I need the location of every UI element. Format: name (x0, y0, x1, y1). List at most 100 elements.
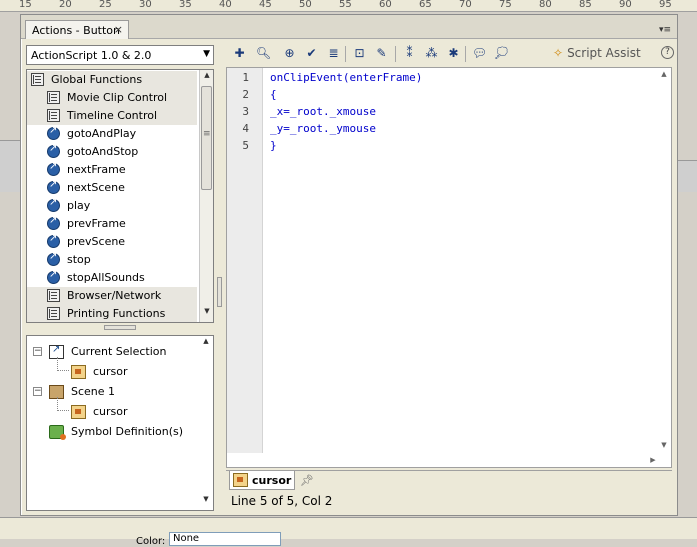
toolbox-item-label: prevFrame (67, 217, 126, 230)
toolbox-item-label: Timeline Control (67, 109, 158, 122)
property-inspector-strip: Color: None (0, 517, 697, 547)
script-tab-bar: cursor 📌︎ (226, 470, 672, 492)
book-icon (47, 91, 60, 104)
target-path-icon[interactable]: ⊕ (281, 45, 298, 62)
book-icon (47, 307, 60, 320)
script-editor[interactable]: 1 2 3 4 5 onClipEvent(enterFrame) { _x=_root._… (226, 67, 672, 468)
vertical-splitter[interactable] (217, 45, 222, 509)
code-line[interactable]: _y=_root._ymouse (270, 122, 376, 135)
find-icon[interactable]: 🔍︎ (255, 45, 272, 62)
toolbox-item-label: play (67, 199, 91, 212)
ruler-tick-label: 65 (419, 0, 432, 10)
collapse-toggle-icon[interactable]: − (33, 387, 42, 396)
scroll-up-icon[interactable]: ▲ (200, 71, 213, 85)
scroll-down-icon[interactable]: ▼ (199, 495, 213, 509)
pin-script-icon[interactable]: 📌︎ (300, 474, 314, 487)
apply-line-comment-icon[interactable]: 💭︎ (493, 45, 510, 62)
help-icon[interactable]: ? (661, 46, 674, 59)
navigator-scrollbar[interactable]: ▲ ▼ (199, 336, 213, 510)
check-syntax-icon[interactable]: ✔ (303, 45, 320, 62)
toolbox-item-label: Movie Clip Control (67, 91, 168, 104)
toolbox-item-label: stopAllSounds (67, 271, 145, 284)
auto-format-icon[interactable]: ≣ (325, 45, 342, 62)
toolbox-scrollbar[interactable]: ▲ ▼ (199, 70, 213, 322)
toolbox-category[interactable]: Timeline Control (27, 107, 197, 125)
dropdown-arrow-icon[interactable]: ▼ (203, 46, 210, 59)
scroll-up-icon[interactable]: ▲ (657, 70, 671, 82)
toolbox-action[interactable]: prevFrame (27, 215, 197, 233)
actionscript-version-select[interactable]: ActionScript 1.0 & 2.0 ▼ (26, 45, 214, 65)
code-line[interactable]: { (270, 88, 277, 101)
function-icon (47, 251, 60, 266)
toolbox-item-label: Printing Functions (67, 307, 166, 320)
color-select[interactable]: None (169, 532, 281, 546)
navigator-item[interactable]: − Current Selection (27, 343, 197, 361)
toolbox-action[interactable]: play (27, 197, 197, 215)
scroll-thumb[interactable] (201, 86, 212, 190)
actions-panel: Actions - Button × ▾≡ ActionScript 1.0 &… (20, 14, 678, 516)
navigator-item[interactable]: cursor (27, 403, 197, 421)
navigator-item[interactable]: − Scene 1 (27, 383, 197, 401)
toolbox-action[interactable]: stopAllSounds (27, 269, 197, 287)
collapse-between-braces-icon[interactable]: ⁑ (401, 45, 418, 62)
scroll-down-icon[interactable]: ▼ (657, 441, 671, 453)
horizontal-splitter[interactable] (26, 325, 214, 331)
code-line[interactable]: _x=_root._xmouse (270, 105, 376, 118)
horizontal-ruler: 15 20 25 30 35 40 45 50 55 60 65 70 75 80 85 90 95 (0, 0, 697, 12)
function-icon (47, 161, 60, 176)
toolbox-category[interactable]: Movie Clip Control (27, 89, 197, 107)
collapse-toggle-icon[interactable]: − (33, 347, 42, 356)
editor-horizontal-scrollbar[interactable]: ▶ (227, 453, 659, 467)
toolbox-category[interactable]: Global Functions (27, 71, 197, 89)
script-navigator: − Current Selection cursor − Scene 1 cursor Sy… (26, 335, 214, 511)
toolbox-action[interactable]: nextScene (27, 179, 197, 197)
navigator-item[interactable]: cursor (27, 363, 197, 381)
ruler-tick-label: 15 (19, 0, 32, 10)
left-pane: ActionScript 1.0 & 2.0 ▼ Global Function… (26, 45, 214, 511)
book-icon (31, 73, 44, 86)
editor-vertical-scrollbar[interactable]: ▲ ▼ (657, 68, 671, 455)
function-icon (47, 233, 60, 248)
toolbox-action[interactable]: prevScene (27, 233, 197, 251)
toolbox-item-label: gotoAndPlay (67, 127, 137, 140)
scroll-up-icon[interactable]: ▲ (199, 337, 213, 351)
toolbox-category[interactable]: Browser/Network (27, 287, 197, 305)
code-line[interactable]: } (270, 139, 277, 152)
line-number-gutter: 1 2 3 4 5 (227, 68, 263, 467)
toolbox-action[interactable]: gotoAndStop (27, 143, 197, 161)
stage-edge-left (0, 140, 20, 192)
toolbox-item-label: nextScene (67, 181, 125, 194)
collapse-selection-icon[interactable]: ⁂ (423, 45, 440, 62)
scroll-down-icon[interactable]: ▼ (200, 307, 213, 321)
toolbox-action[interactable]: nextFrame (27, 161, 197, 179)
panel-menu-icon[interactable]: ▾≡ (657, 25, 673, 37)
movieclip-icon (71, 365, 86, 379)
splitter-grip[interactable] (104, 325, 136, 330)
scroll-right-icon[interactable]: ▶ (647, 453, 659, 467)
line-number: 2 (242, 88, 249, 101)
debug-options-icon[interactable]: ✎ (373, 45, 390, 62)
script-assist-toggle[interactable]: ✧ Script Assist (553, 46, 641, 60)
ruler-tick-label: 80 (539, 0, 552, 10)
add-statement-icon[interactable]: ✚ (231, 45, 248, 62)
line-number: 1 (242, 71, 249, 84)
toolbox-action[interactable]: gotoAndPlay (27, 125, 197, 143)
navigator-item[interactable]: Symbol Definition(s) (27, 423, 197, 441)
code-line[interactable]: onClipEvent(enterFrame) (270, 71, 422, 84)
toolbar-separator (345, 46, 346, 62)
script-tab-cursor[interactable]: cursor (229, 471, 295, 490)
vertical-splitter-grip[interactable] (217, 277, 222, 307)
toolbox-item-label: Global Functions (51, 73, 143, 86)
movieclip-icon (71, 405, 86, 419)
ruler-tick-label: 90 (619, 0, 632, 10)
close-icon[interactable]: × (114, 23, 123, 36)
magic-wand-icon: ✧ (553, 46, 564, 60)
ruler-tick-label: 50 (299, 0, 312, 10)
show-code-hint-icon[interactable]: ⊡ (351, 45, 368, 62)
toolbox-action[interactable]: stop (27, 251, 197, 269)
apply-block-comment-icon[interactable]: 💬︎ (471, 45, 488, 62)
expand-all-icon[interactable]: ✱ (445, 45, 462, 62)
toolbox-category[interactable]: Printing Functions (27, 305, 197, 322)
actions-tab[interactable]: Actions - Button × (25, 20, 129, 39)
toolbox-item-label: Browser/Network (67, 289, 162, 302)
